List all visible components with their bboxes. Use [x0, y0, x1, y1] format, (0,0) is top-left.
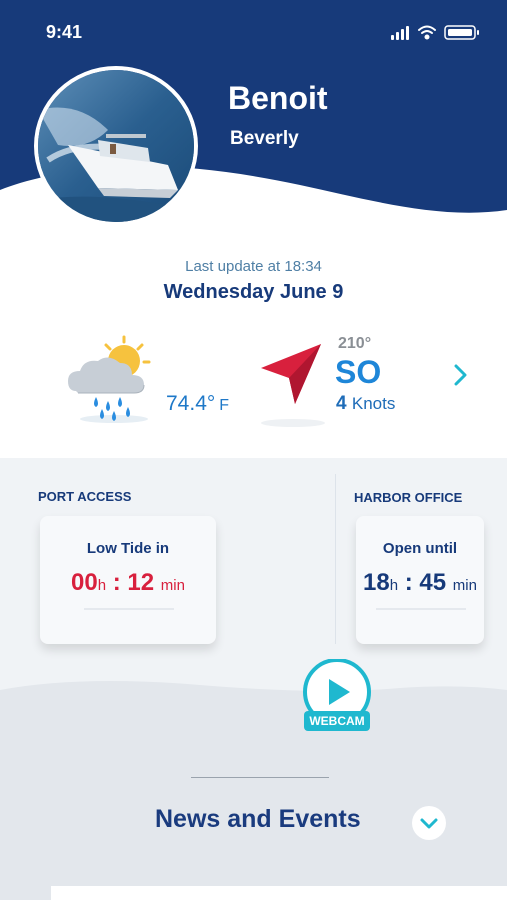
status-time: 9:41 [46, 22, 83, 42]
column-divider [335, 474, 336, 644]
profile-last-name: Beverly [230, 128, 299, 149]
wind-speed-unit: Knots [351, 394, 396, 413]
card-underline [84, 608, 174, 610]
news-card-preview[interactable] [51, 886, 507, 906]
wifi-icon [418, 25, 436, 40]
open-until-minutes: 45 [419, 569, 447, 596]
avatar[interactable] [34, 66, 198, 226]
wind-speed: 4 Knots [336, 393, 395, 415]
wind-degree: 210° [338, 335, 372, 352]
last-update-label: Last update at 18:34 [185, 258, 322, 275]
open-until-minutes-unit: min [452, 577, 477, 594]
low-tide-hours-unit: h [97, 577, 107, 594]
low-tide-title: Low Tide in [86, 540, 170, 557]
low-tide-hours: 00 [71, 569, 98, 596]
battery-icon [444, 25, 479, 40]
update-date: Wednesday June 9 [163, 281, 344, 303]
low-tide-countdown: 00h : 12 min [40, 569, 216, 597]
card-underline [376, 608, 466, 610]
temperature-unit: F [219, 397, 230, 414]
chevron-down-icon [420, 818, 438, 829]
temperature-value: 74.4° [166, 392, 216, 415]
news-title: News and Events [155, 805, 361, 833]
rain-sun-cloud-icon [68, 335, 151, 423]
low-tide-minutes-unit: min [160, 577, 185, 594]
harbor-office-card[interactable]: Open until 18h : 45 min [356, 516, 484, 644]
lower-wave-background [0, 681, 507, 900]
news-divider [191, 777, 329, 778]
low-tide-minutes: 12 [127, 569, 155, 596]
profile-first-name: Benoit [228, 80, 328, 116]
open-until-title: Open until [382, 540, 458, 557]
wind-arrow-icon [261, 344, 325, 427]
harbor-office-label: HARBOR OFFICE [354, 490, 463, 505]
webcam-button[interactable]: WEBCAM [300, 658, 374, 735]
expand-news-button[interactable] [412, 806, 446, 840]
wind-speed-value: 4 [336, 393, 347, 414]
wind-direction: SO [335, 354, 382, 390]
open-until-separator: : [404, 569, 413, 596]
open-until-time: 18h : 45 min [356, 569, 484, 597]
signal-icon [391, 26, 409, 40]
open-until-hours-unit: h [389, 577, 399, 594]
open-until-hours: 18 [363, 569, 390, 596]
status-icons [391, 25, 479, 40]
webcam-label: WEBCAM [309, 714, 365, 728]
port-access-card[interactable]: Low Tide in 00h : 12 min [40, 516, 216, 644]
port-access-label: PORT ACCESS [38, 489, 132, 504]
chevron-right-icon[interactable] [450, 360, 472, 390]
boat-photo [38, 70, 194, 222]
temperature-readout: 74.4° F [166, 392, 229, 416]
low-tide-separator: : [112, 569, 121, 596]
